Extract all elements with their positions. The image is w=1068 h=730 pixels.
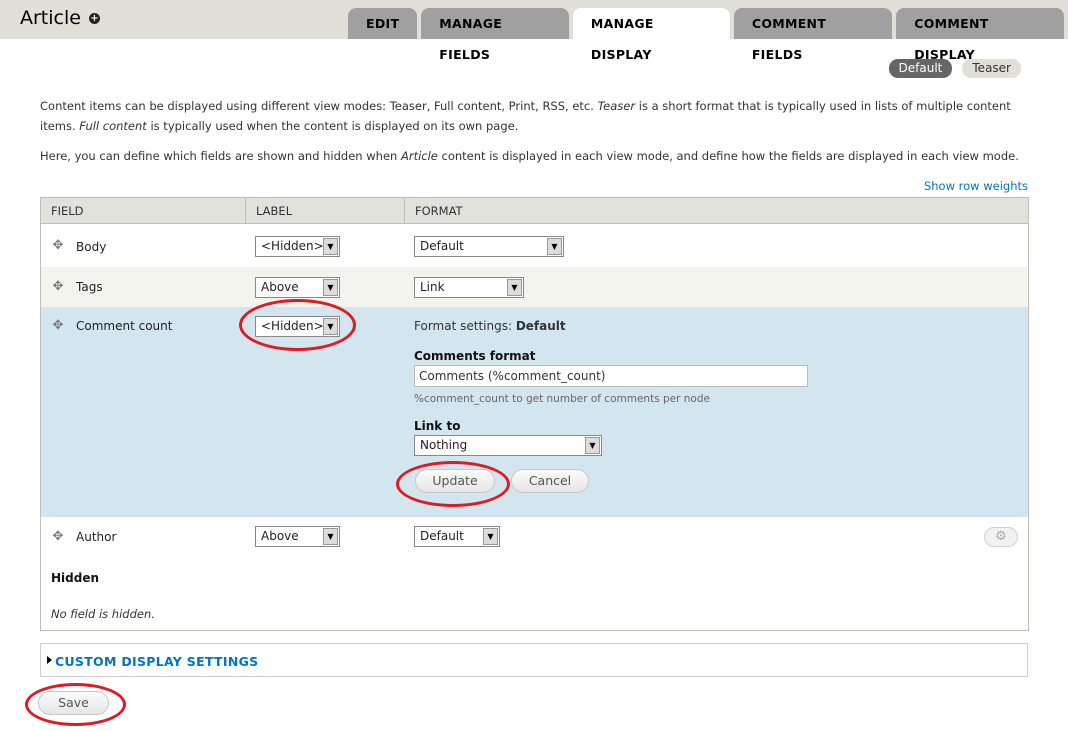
col-header-format: FORMAT (404, 198, 1028, 224)
table-row: ✥ Author Above ▼ Default ▼ ⚙ (41, 517, 1028, 557)
custom-display-settings-summary[interactable]: CUSTOM DISPLAY SETTINGS (55, 654, 258, 669)
help-text-part: Content items can be displayed using dif… (40, 99, 598, 113)
chevron-down-icon: ▼ (323, 279, 338, 296)
label-select-value: <Hidden> (261, 319, 324, 333)
primary-tabs: EDIT MANAGE FIELDS MANAGE DISPLAY COMMEN… (348, 8, 1068, 62)
help-text-em: Full content (79, 119, 147, 133)
drag-handle-icon[interactable]: ✥ (51, 530, 65, 544)
col-header-field: FIELD (51, 204, 84, 218)
comments-format-label: Comments format (414, 349, 536, 363)
hidden-region-empty: No field is hidden. (51, 607, 155, 621)
help-text-em: Teaser (597, 99, 636, 113)
link-to-label: Link to (414, 419, 461, 433)
format-select[interactable]: Default ▼ (414, 526, 500, 547)
table-row: ✥ Tags Above ▼ Link ▼ (41, 267, 1028, 307)
top-bar: Article + EDIT MANAGE FIELDS MANAGE DISP… (0, 0, 1068, 62)
table-row: ✥ Body <Hidden> ▼ Default ▼ (41, 224, 1028, 267)
tab-manage-display[interactable]: MANAGE DISPLAY (572, 8, 730, 62)
format-select[interactable]: Link ▼ (414, 277, 524, 298)
hidden-region-title: Hidden (51, 571, 100, 585)
custom-display-settings[interactable]: CUSTOM DISPLAY SETTINGS (40, 643, 1028, 677)
format-select[interactable]: Default ▼ (414, 236, 564, 257)
update-button[interactable]: Update (415, 469, 495, 493)
show-row-weights-link[interactable]: Show row weights (924, 179, 1028, 193)
label-select[interactable]: Above ▼ (255, 277, 340, 298)
tab-comment-fields[interactable]: COMMENT FIELDS (733, 8, 893, 62)
field-name: Comment count (76, 319, 173, 333)
view-mode-tabs: Default Teaser (888, 59, 1021, 78)
format-select-value: Link (420, 280, 445, 294)
table-header: FIELD LABEL FORMAT (41, 198, 1028, 224)
col-header-label: LABEL (245, 198, 404, 224)
format-settings-value: Default (515, 319, 566, 333)
add-shortcut-icon[interactable]: + (89, 13, 100, 24)
format-select-value: Default (420, 529, 464, 543)
save-button[interactable]: Save (38, 691, 109, 715)
label-select-value: <Hidden> (261, 239, 324, 253)
help-text-em: Article (400, 149, 438, 163)
tab-edit[interactable]: EDIT (348, 8, 418, 39)
chevron-down-icon: ▼ (323, 318, 338, 335)
chevron-down-icon: ▼ (323, 528, 338, 545)
link-to-select-value: Nothing (420, 438, 468, 452)
label-select[interactable]: <Hidden> ▼ (255, 236, 340, 257)
chevron-down-icon: ▼ (507, 279, 522, 296)
chevron-down-icon: ▼ (547, 238, 562, 255)
cancel-button[interactable]: Cancel (511, 469, 589, 493)
triangle-right-icon (47, 656, 52, 664)
label-select[interactable]: Above ▼ (255, 526, 340, 547)
field-display-table: FIELD LABEL FORMAT ✥ Body <Hidden> ▼ Def… (40, 197, 1029, 631)
help-text-part: content is displayed in each view mode, … (437, 149, 1019, 163)
format-settings-summary: Format settings: Default (414, 319, 566, 333)
drag-handle-icon[interactable]: ✥ (51, 239, 65, 253)
help-text-2: Here, you can define which fields are sh… (40, 146, 1030, 166)
drag-handle-icon[interactable]: ✥ (51, 280, 65, 294)
comments-format-input[interactable]: Comments (%comment_count) (414, 365, 808, 387)
field-name: Tags (76, 280, 103, 294)
chevron-down-icon: ▼ (323, 238, 338, 255)
label-select-value: Above (261, 280, 299, 294)
help-text-1: Content items can be displayed using dif… (40, 96, 1030, 136)
label-select[interactable]: <Hidden> ▼ (255, 316, 340, 337)
tab-comment-display[interactable]: COMMENT DISPLAY (896, 8, 1064, 62)
drag-handle-icon[interactable]: ✥ (51, 319, 65, 333)
view-mode-teaser[interactable]: Teaser (962, 59, 1021, 78)
gear-icon[interactable]: ⚙ (984, 527, 1018, 547)
comments-format-hint: %comment_count to get number of comments… (414, 393, 710, 405)
hidden-region: Hidden No field is hidden. (41, 557, 1028, 630)
link-to-select[interactable]: Nothing ▼ (414, 435, 602, 456)
chevron-down-icon: ▼ (483, 528, 498, 545)
view-mode-default[interactable]: Default (888, 59, 953, 78)
help-text-part: Here, you can define which fields are sh… (40, 149, 401, 163)
tab-manage-fields[interactable]: MANAGE FIELDS (421, 8, 569, 62)
page-title: Article (20, 7, 81, 29)
format-settings-prefix: Format settings: (414, 319, 512, 333)
field-name: Body (76, 240, 107, 254)
field-name: Author (76, 530, 117, 544)
label-select-value: Above (261, 529, 299, 543)
help-text-part: is typically used when the content is di… (146, 119, 519, 133)
format-select-value: Default (420, 239, 464, 253)
table-row-editing: ✥ Comment count <Hidden> ▼ Format settin… (41, 307, 1028, 517)
chevron-down-icon: ▼ (585, 437, 600, 454)
